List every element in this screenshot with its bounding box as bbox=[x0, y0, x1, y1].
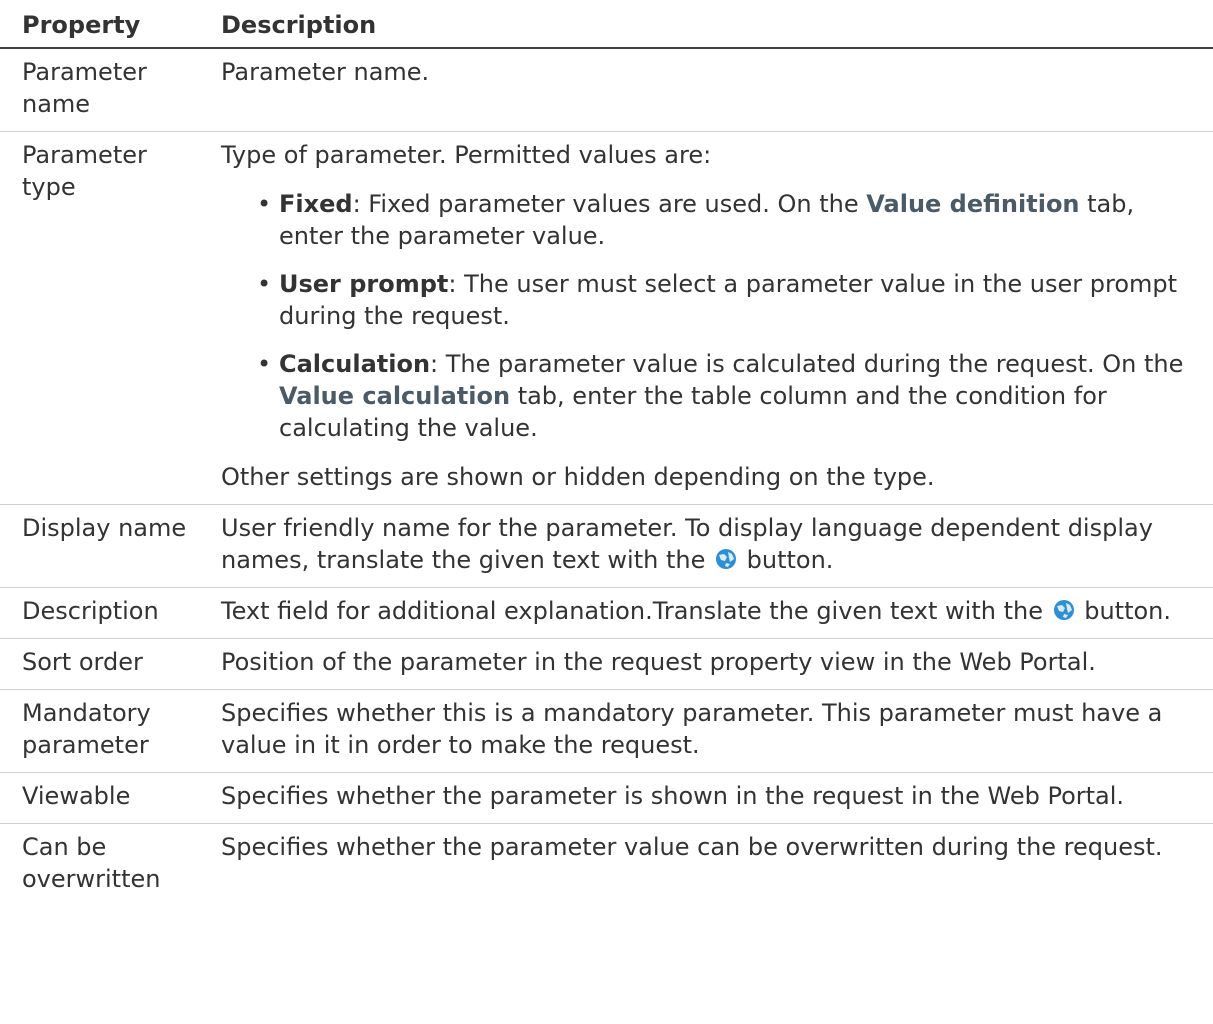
table-row: Description Text field for additional ex… bbox=[0, 587, 1213, 639]
property-cell: Parameter name bbox=[0, 48, 199, 132]
description-intro: Type of parameter. Permitted values are: bbox=[221, 141, 712, 169]
property-table: Property Description Parameter name Para… bbox=[0, 7, 1213, 895]
permitted-values-list: Fixed: Fixed parameter values are used. … bbox=[221, 188, 1199, 444]
value-term: Fixed bbox=[279, 190, 353, 218]
property-cell: Sort order bbox=[0, 638, 199, 690]
description-cell: Specifies whether this is a mandatory pa… bbox=[199, 689, 1213, 773]
property-cell: Can be overwritten bbox=[22, 833, 161, 893]
tab-reference: Value calculation bbox=[279, 382, 511, 410]
list-item: User prompt: The user must select a para… bbox=[257, 268, 1199, 332]
description-text: Text field for additional explanation.Tr… bbox=[221, 597, 1051, 625]
translate-globe-icon bbox=[715, 546, 737, 569]
value-term: User prompt bbox=[279, 270, 449, 298]
table-row: Parameter name Parameter name. bbox=[0, 48, 1213, 132]
description-text: button. bbox=[739, 546, 834, 574]
header-property: Property bbox=[0, 7, 199, 49]
description-cell: User friendly name for the parameter. To… bbox=[199, 504, 1213, 588]
description-cell: Specifies whether the parameter is shown… bbox=[199, 772, 1213, 824]
description-outro: Other settings are shown or hidden depen… bbox=[221, 463, 935, 491]
table-row: Sort order Position of the parameter in … bbox=[0, 638, 1213, 690]
value-text: : The parameter value is calculated duri… bbox=[430, 350, 1184, 378]
description-cell: Specifies whether the parameter value ca… bbox=[221, 833, 1163, 861]
list-item: Fixed: Fixed parameter values are used. … bbox=[257, 188, 1199, 252]
description-text: button. bbox=[1076, 597, 1172, 625]
description-cell: Type of parameter. Permitted values are:… bbox=[199, 131, 1213, 505]
value-text: : Fixed parameter values are used. On th… bbox=[352, 190, 867, 218]
property-cell: Mandatory parameter bbox=[0, 689, 199, 773]
table-header-row: Property Description bbox=[0, 7, 1213, 49]
property-cell: Viewable bbox=[0, 772, 199, 824]
description-cell: Text field for additional explanation.Tr… bbox=[199, 587, 1213, 639]
table-row: Display name User friendly name for the … bbox=[0, 504, 1213, 588]
property-cell: Parameter type bbox=[0, 131, 199, 505]
description-cell: Parameter name. bbox=[199, 48, 1213, 132]
table-row: Mandatory parameter Specifies whether th… bbox=[0, 689, 1213, 773]
tab-reference: Value definition bbox=[866, 190, 1080, 218]
table-row: Viewable Specifies whether the parameter… bbox=[0, 772, 1213, 824]
list-item: Calculation: The parameter value is calc… bbox=[257, 348, 1199, 444]
table-row: Parameter type Type of parameter. Permit… bbox=[0, 131, 1213, 505]
description-cell: Position of the parameter in the request… bbox=[199, 638, 1213, 690]
header-description: Description bbox=[199, 7, 1213, 49]
translate-globe-icon bbox=[1053, 597, 1075, 620]
property-cell: Description bbox=[0, 587, 199, 639]
value-term: Calculation bbox=[279, 350, 431, 378]
property-cell: Display name bbox=[0, 504, 199, 588]
description-text: User friendly name for the parameter. To… bbox=[221, 514, 1153, 574]
table-row: Can be overwritten Specifies whether the… bbox=[0, 824, 1213, 896]
